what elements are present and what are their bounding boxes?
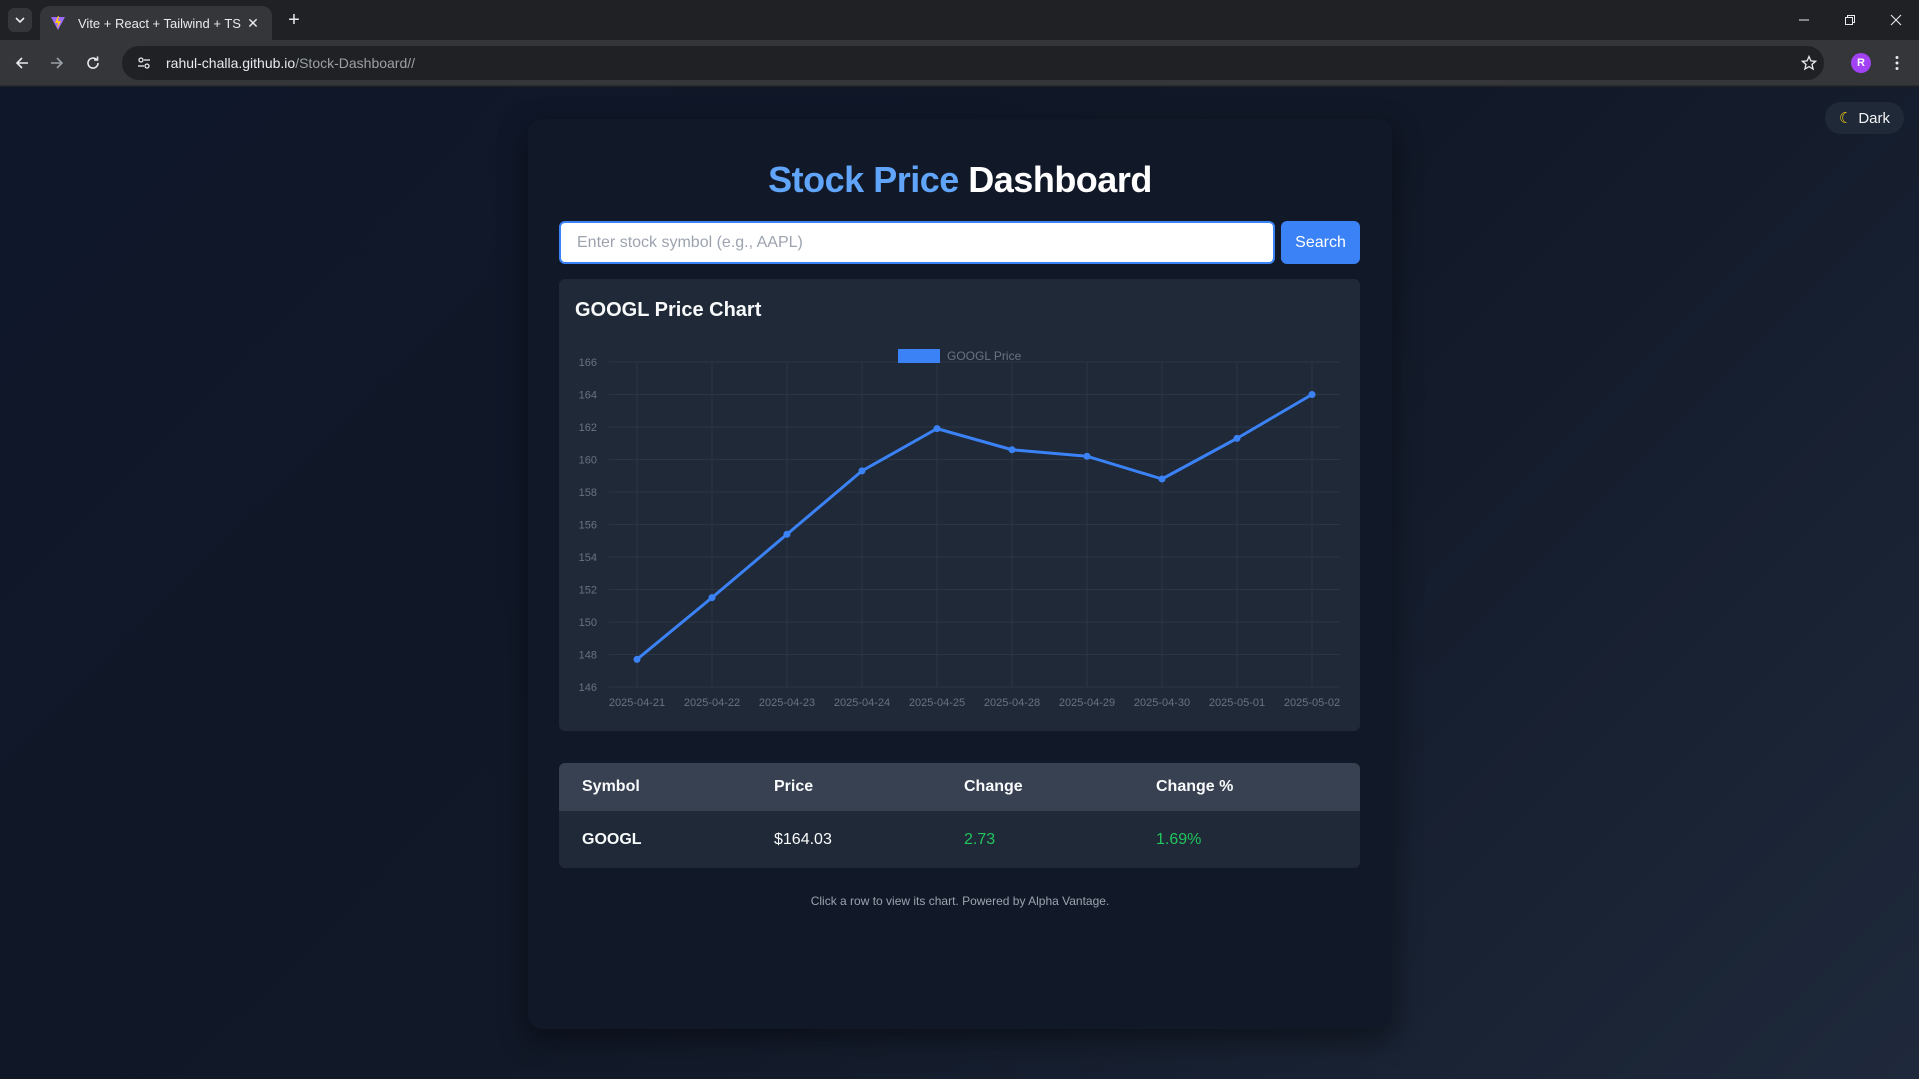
moon-icon: ☾	[1838, 110, 1853, 127]
x-tick-label: 2025-04-29	[1059, 697, 1115, 709]
y-tick-label: 146	[579, 682, 597, 694]
vite-logo-icon	[51, 16, 65, 30]
tab-title: Vite + React + Tailwind + TS	[78, 15, 241, 31]
browser-toolbar: rahul-challa.github.io/Stock-Dashboard//…	[0, 40, 1919, 86]
forward-button[interactable]	[43, 49, 71, 77]
legend-label: GOOGL Price	[947, 349, 1022, 363]
row-change: 2.73	[964, 830, 996, 848]
table-header-change-pct: Change %	[1156, 778, 1234, 795]
x-tick-label: 2025-04-30	[1134, 697, 1190, 709]
x-tick-label: 2025-04-28	[984, 697, 1040, 709]
legend-swatch	[898, 349, 940, 363]
y-tick-label: 166	[579, 357, 597, 369]
back-button[interactable]	[8, 49, 36, 77]
table-header-row: Symbol Price Change Change %	[559, 763, 1360, 811]
y-tick-label: 156	[579, 520, 597, 532]
theme-toggle-label: Dark	[1858, 109, 1890, 127]
kebab-menu-icon	[1895, 56, 1899, 70]
data-point	[858, 467, 866, 475]
forward-arrow-icon	[51, 57, 64, 69]
stock-table: Symbol Price Change Change % GOOGL $164.…	[559, 763, 1360, 868]
row-change-pct: 1.69%	[1156, 830, 1202, 848]
url-path: /Stock-Dashboard//	[295, 55, 416, 71]
page-title-rest: Dashboard	[968, 159, 1152, 200]
table-row[interactable]: GOOGL $164.03 2.73 1.69%	[559, 811, 1360, 868]
table-header-price: Price	[774, 778, 814, 795]
x-tick-label: 2025-04-22	[684, 697, 740, 709]
data-point	[708, 594, 716, 602]
search-button[interactable]: Search	[1281, 221, 1360, 264]
data-point	[633, 655, 641, 663]
restore-button[interactable]	[1827, 0, 1873, 40]
close-window-button[interactable]	[1873, 0, 1919, 40]
star-icon	[1801, 55, 1817, 71]
close-icon	[1890, 14, 1902, 26]
back-arrow-icon	[15, 57, 28, 69]
y-tick-label: 154	[579, 552, 597, 564]
y-tick-label: 160	[579, 455, 597, 467]
y-tick-label: 158	[579, 487, 597, 499]
data-point	[1308, 391, 1316, 398]
address-bar[interactable]: rahul-challa.github.io/Stock-Dashboard//	[122, 46, 1824, 80]
restore-icon	[1845, 15, 1855, 25]
row-price: $164.03	[774, 830, 832, 848]
stock-search-input[interactable]	[559, 221, 1275, 264]
footnote: Click a row to view its chart. Powered b…	[810, 894, 1110, 908]
site-info-icon[interactable]	[134, 53, 154, 73]
data-point	[1158, 475, 1166, 483]
browser-tab[interactable]: Vite + React + Tailwind + TS ✕	[40, 6, 272, 40]
x-tick-label: 2025-04-21	[609, 697, 665, 709]
reload-button[interactable]	[79, 49, 107, 77]
profile-avatar[interactable]: R	[1851, 53, 1871, 73]
y-tick-label: 150	[579, 617, 597, 629]
plus-icon: +	[288, 8, 300, 31]
data-point	[783, 530, 791, 538]
y-tick-label: 164	[579, 390, 597, 402]
close-tab-icon[interactable]: ✕	[244, 14, 262, 32]
minimize-button[interactable]	[1781, 0, 1827, 40]
price-chart-panel: GOOGL Price Chart 146 148 150 152 154 156 158 1…	[559, 279, 1360, 731]
page-title: Stock Price Dashboard	[528, 159, 1392, 201]
x-tick-label: 2025-04-23	[759, 697, 815, 709]
url-host: rahul-challa.github.io	[166, 55, 296, 71]
dashboard-card: Stock Price Dashboard Search GOOGL Price…	[528, 119, 1392, 1029]
y-tick-label: 148	[579, 650, 597, 662]
row-symbol: GOOGL	[582, 830, 642, 848]
data-point	[933, 425, 941, 433]
chevron-down-icon	[15, 17, 25, 24]
x-tick-label: 2025-05-01	[1209, 697, 1265, 709]
browser-tabstrip: Vite + React + Tailwind + TS ✕ +	[0, 0, 1919, 40]
minimize-icon	[1799, 19, 1809, 21]
page-viewport: ☾ Dark Stock Price Dashboard Search GOOG…	[0, 87, 1919, 1079]
tab-search-button[interactable]	[8, 8, 32, 32]
x-tick-label: 2025-04-25	[909, 697, 965, 709]
x-tick-label: 2025-04-24	[834, 697, 890, 709]
x-tick-label: 2025-05-02	[1284, 697, 1340, 709]
reload-icon	[87, 56, 99, 69]
table-header-symbol: Symbol	[582, 778, 640, 795]
table-header-change: Change	[964, 778, 1023, 795]
browser-menu-button[interactable]	[1885, 51, 1909, 75]
bookmark-button[interactable]	[1797, 51, 1821, 75]
y-tick-label: 162	[579, 422, 597, 434]
price-line-chart: 146 148 150 152 154 156 158 160 162 164 166 2025-04…	[579, 349, 1340, 709]
new-tab-button[interactable]: +	[282, 8, 306, 32]
series-line	[636, 393, 1313, 661]
data-point	[1008, 446, 1016, 454]
data-point	[1233, 434, 1241, 442]
data-point	[1083, 452, 1091, 460]
y-tick-label: 152	[579, 585, 597, 597]
theme-toggle-button[interactable]: ☾ Dark	[1824, 102, 1904, 134]
page-title-accent: Stock Price	[768, 159, 959, 200]
